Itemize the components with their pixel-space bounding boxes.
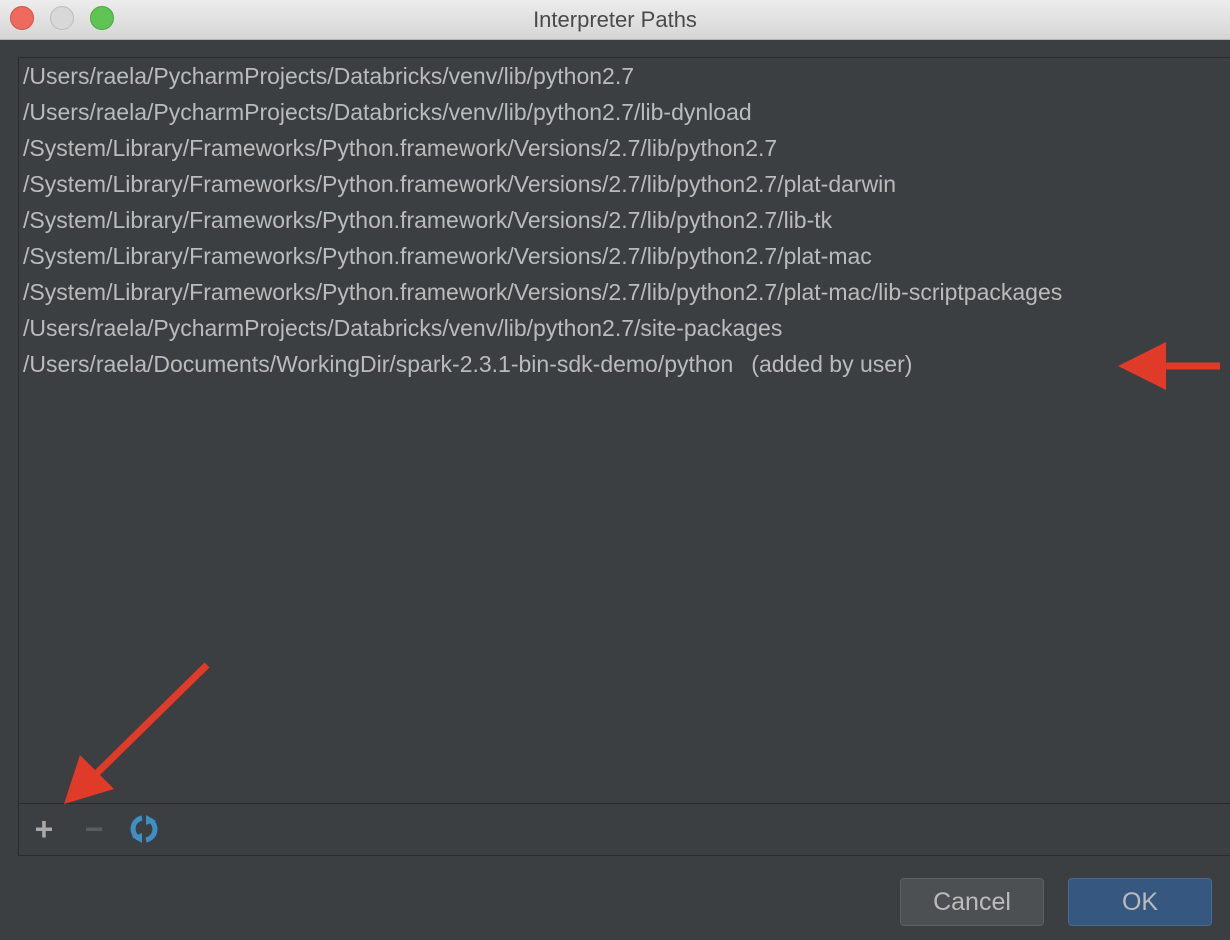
cancel-button[interactable]: Cancel	[900, 878, 1044, 926]
path-text: /System/Library/Frameworks/Python.framew…	[23, 135, 778, 161]
path-list-item[interactable]: /System/Library/Frameworks/Python.framew…	[19, 274, 1230, 310]
interpreter-paths-panel: /Users/raela/PycharmProjects/Databricks/…	[18, 57, 1230, 856]
path-note: (added by user)	[751, 351, 913, 377]
path-list-item[interactable]: /System/Library/Frameworks/Python.framew…	[19, 238, 1230, 274]
path-text: /System/Library/Frameworks/Python.framew…	[23, 207, 833, 233]
path-text: /System/Library/Frameworks/Python.framew…	[23, 243, 872, 269]
list-toolbar: + −	[19, 803, 1230, 855]
path-text: /Users/raela/Documents/WorkingDir/spark-…	[23, 351, 734, 377]
remove-path-button[interactable]: −	[77, 811, 111, 847]
path-list-item[interactable]: /Users/raela/PycharmProjects/Databricks/…	[19, 94, 1230, 130]
path-text: /Users/raela/PycharmProjects/Databricks/…	[23, 63, 635, 89]
refresh-icon	[130, 815, 158, 843]
paths-list[interactable]: /Users/raela/PycharmProjects/Databricks/…	[19, 58, 1230, 804]
path-list-item[interactable]: /Users/raela/PycharmProjects/Databricks/…	[19, 58, 1230, 94]
ok-button[interactable]: OK	[1068, 878, 1212, 926]
path-text: /Users/raela/PycharmProjects/Databricks/…	[23, 99, 752, 125]
reload-paths-button[interactable]	[127, 812, 161, 846]
path-text: /System/Library/Frameworks/Python.framew…	[23, 279, 1063, 305]
path-list-item[interactable]: /System/Library/Frameworks/Python.framew…	[19, 130, 1230, 166]
add-path-button[interactable]: +	[27, 811, 61, 847]
path-text: /System/Library/Frameworks/Python.framew…	[23, 171, 897, 197]
title-bar: Interpreter Paths	[0, 0, 1230, 40]
path-list-item[interactable]: /Users/raela/Documents/WorkingDir/spark-…	[19, 346, 1230, 382]
path-list-item[interactable]: /System/Library/Frameworks/Python.framew…	[19, 202, 1230, 238]
window-title: Interpreter Paths	[533, 7, 697, 32]
path-text: /Users/raela/PycharmProjects/Databricks/…	[23, 315, 783, 341]
path-list-item[interactable]: /Users/raela/PycharmProjects/Databricks/…	[19, 310, 1230, 346]
path-list-item[interactable]: /System/Library/Frameworks/Python.framew…	[19, 166, 1230, 202]
